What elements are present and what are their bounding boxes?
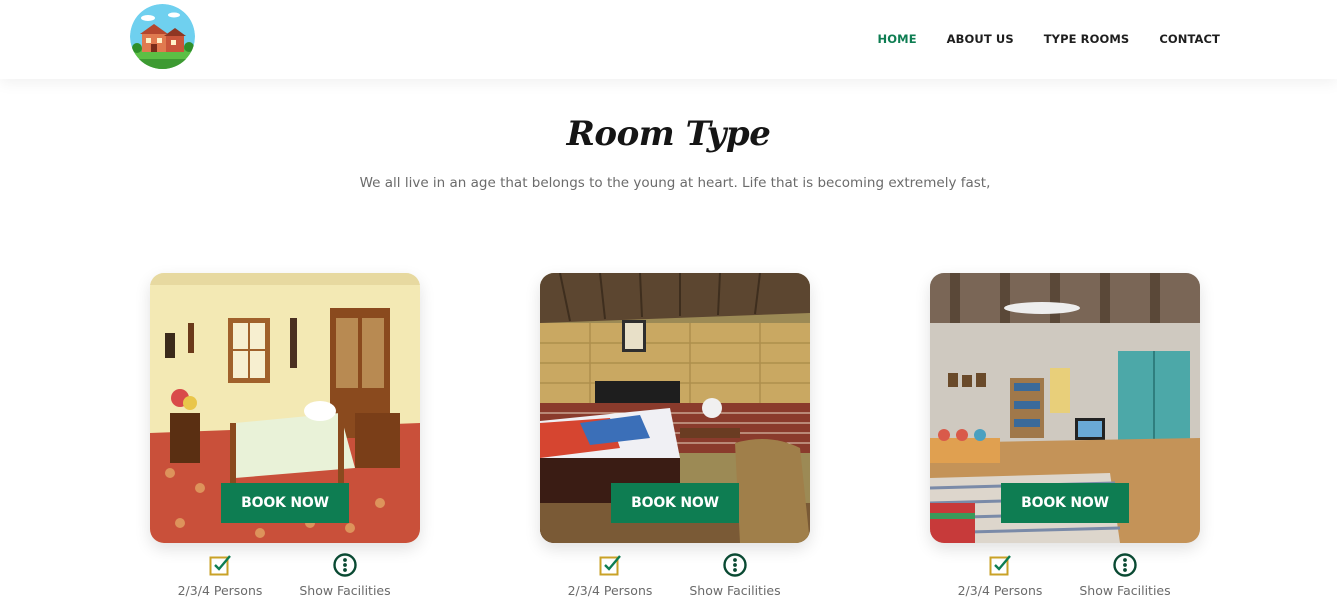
check-square-icon [209, 555, 231, 576]
check-square-icon [599, 555, 621, 576]
show-facilities-link[interactable]: Show Facilities [1050, 583, 1200, 598]
nav-type-rooms-link[interactable]: TYPE ROOMS [1044, 32, 1130, 46]
house-logo[interactable] [130, 4, 195, 69]
info-circle-icon[interactable] [723, 553, 747, 577]
room-3-facilities[interactable]: Show Facilities [1050, 553, 1200, 598]
room-card-3: BOOK NOW [930, 273, 1200, 543]
room-card-2: BOOK NOW [540, 273, 810, 543]
info-circle-icon[interactable] [1113, 553, 1137, 577]
info-circle-icon[interactable] [333, 553, 357, 577]
book-now-button-1[interactable]: BOOK NOW [221, 483, 349, 523]
check-square-icon [989, 555, 1011, 576]
room-1-facilities[interactable]: Show Facilities [270, 553, 420, 598]
show-facilities-link[interactable]: Show Facilities [270, 583, 420, 598]
site-header: HOME ABOUT US TYPE ROOMS CONTACT [0, 0, 1337, 79]
room-card-1: BOOK NOW [150, 273, 420, 543]
nav-home-link[interactable]: HOME [878, 32, 917, 46]
section-subtitle: We all live in an age that belongs to th… [359, 175, 991, 191]
main-nav: HOME ABOUT US TYPE ROOMS CONTACT [878, 32, 1220, 46]
room-2-facilities[interactable]: Show Facilities [660, 553, 810, 598]
nav-about-us-link[interactable]: ABOUT US [947, 32, 1014, 46]
nav-contact-link[interactable]: CONTACT [1159, 32, 1220, 46]
book-now-button-2[interactable]: BOOK NOW [611, 483, 739, 523]
book-now-button-3[interactable]: BOOK NOW [1001, 483, 1129, 523]
section-title: Room Type [566, 114, 771, 154]
show-facilities-link[interactable]: Show Facilities [660, 583, 810, 598]
